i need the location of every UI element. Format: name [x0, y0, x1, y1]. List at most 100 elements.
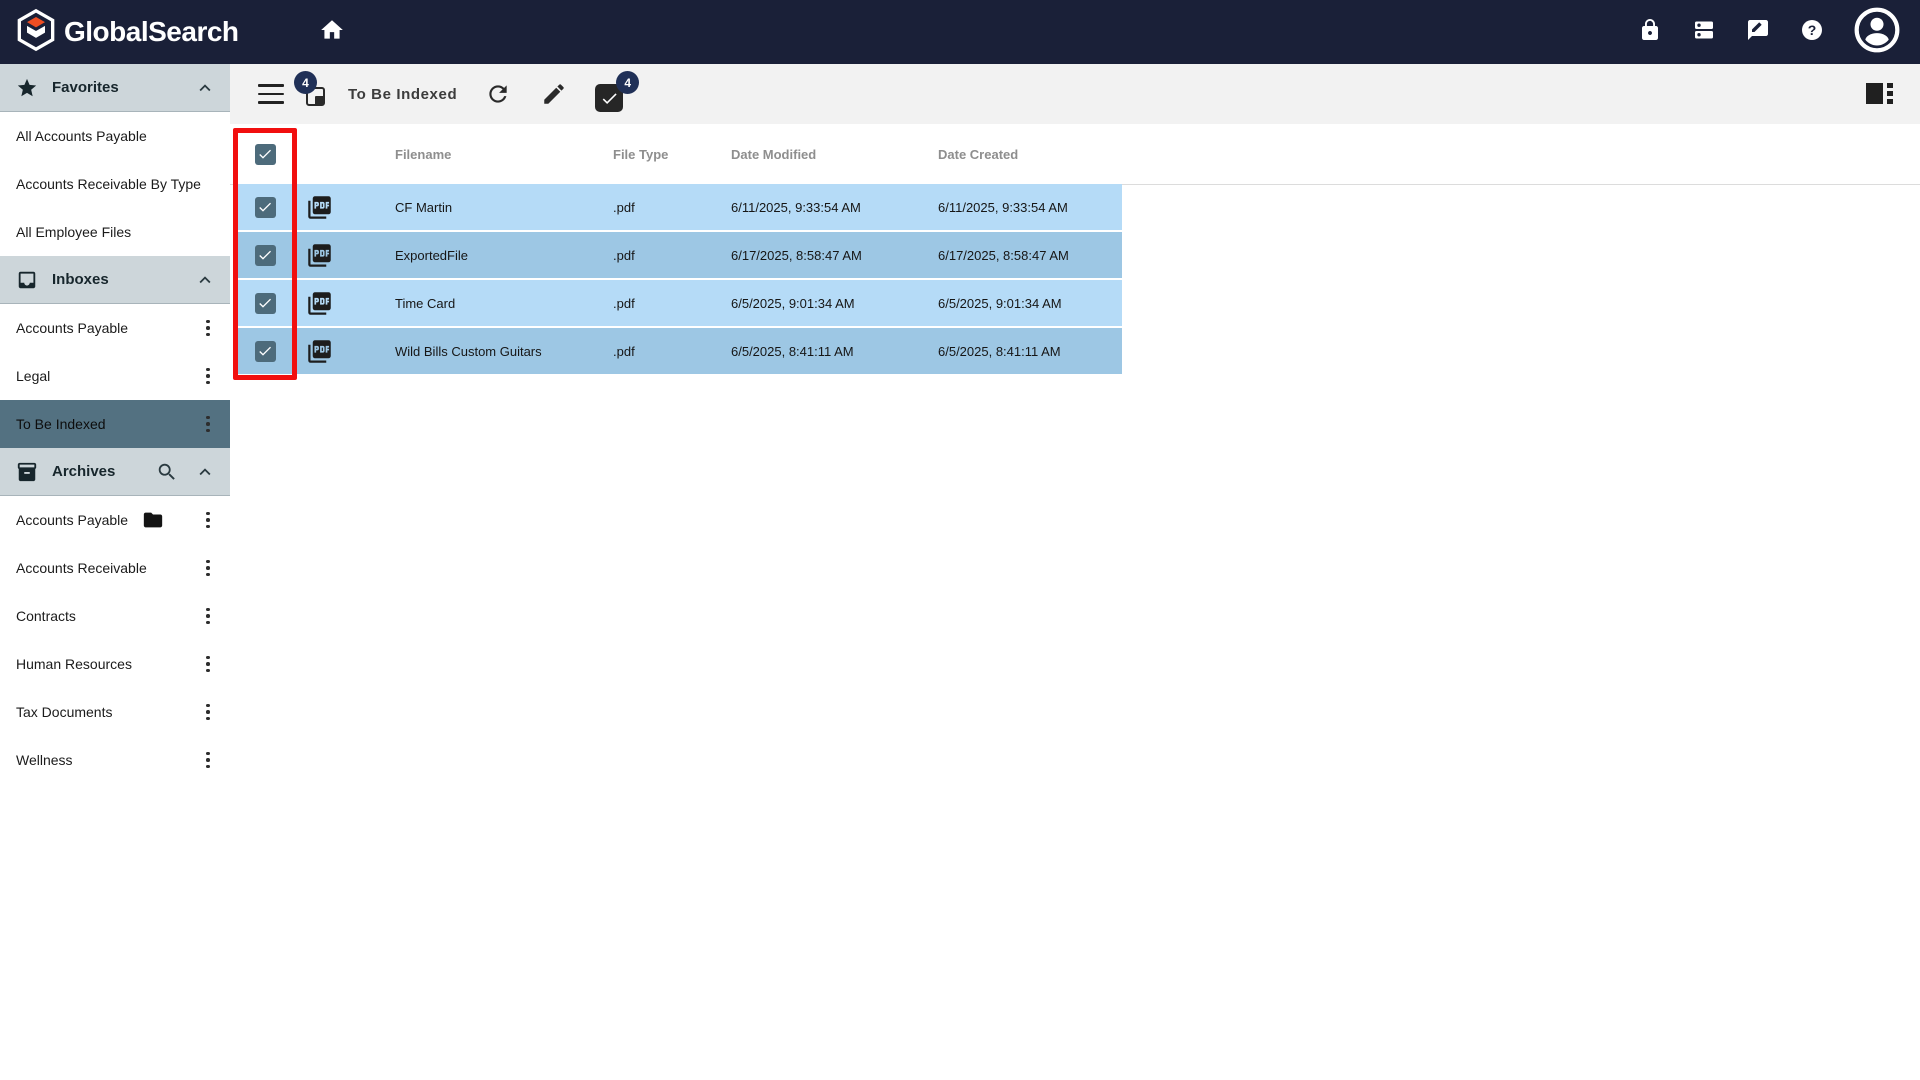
inbox-icon: [16, 269, 38, 291]
queue-count-button[interactable]: 4: [296, 75, 334, 113]
top-navigation-bar: GlobalSearch: [0, 0, 1920, 64]
home-icon: [319, 17, 345, 48]
globalsearch-logo-icon: [16, 8, 56, 57]
sidebar-section-inboxes[interactable]: Inboxes: [0, 256, 230, 304]
account-circle-icon: [1854, 7, 1900, 58]
lock-icon: [1638, 18, 1662, 47]
collapse-archives-icon[interactable]: [194, 461, 216, 483]
row-filename: Time Card: [395, 296, 613, 311]
row-file-type: .pdf: [613, 344, 731, 359]
column-header-date-created[interactable]: Date Created: [938, 147, 1122, 162]
feedback-chat-icon: [1746, 18, 1770, 47]
help-icon: ?: [1800, 18, 1824, 47]
select-all-checkbox[interactable]: [255, 144, 276, 165]
sidebar-item-archive-accounts-payable[interactable]: Accounts Payable: [0, 496, 230, 544]
sidebar-item-inbox-to-be-indexed[interactable]: To Be Indexed: [0, 400, 230, 448]
row-checkbox[interactable]: [255, 293, 276, 314]
sidebar-item-all-employee-files[interactable]: All Employee Files: [0, 208, 230, 256]
svg-text:?: ?: [1808, 22, 1817, 38]
refresh-button[interactable]: [485, 81, 511, 107]
sidebar-section-favorites[interactable]: Favorites: [0, 64, 230, 112]
user-account-button[interactable]: [1854, 9, 1900, 55]
feedback-button[interactable]: [1746, 20, 1770, 44]
row-filename: Wild Bills Custom Guitars: [395, 344, 613, 359]
row-file-type: .pdf: [613, 248, 731, 263]
edit-button[interactable]: [541, 81, 567, 107]
pdf-file-icon: [306, 194, 333, 221]
more-options-icon[interactable]: [198, 413, 218, 435]
menu-button[interactable]: [258, 84, 284, 104]
row-date-created: 6/17/2025, 8:58:47 AM: [938, 248, 1122, 263]
more-options-icon[interactable]: [198, 365, 218, 387]
search-archives-icon[interactable]: [156, 461, 178, 483]
sidebar-item-archive-tax-documents[interactable]: Tax Documents: [0, 688, 230, 736]
pdf-file-icon: [306, 242, 333, 269]
row-date-modified: 6/11/2025, 9:33:54 AM: [731, 200, 938, 215]
column-header-filename[interactable]: Filename: [395, 147, 613, 162]
queue-count-badge: 4: [294, 71, 317, 94]
row-date-created: 6/5/2025, 9:01:34 AM: [938, 296, 1122, 311]
row-checkbox[interactable]: [255, 197, 276, 218]
dns-icon: [1692, 18, 1716, 47]
archive-box-icon: [16, 461, 38, 483]
sidebar-item-all-accounts-payable[interactable]: All Accounts Payable: [0, 112, 230, 160]
panel-toggle-icon: [1866, 83, 1883, 104]
row-date-modified: 6/17/2025, 8:58:47 AM: [731, 248, 938, 263]
row-date-modified: 6/5/2025, 8:41:11 AM: [731, 344, 938, 359]
sidebar-item-accounts-receivable-by-type[interactable]: Accounts Receivable By Type: [0, 160, 230, 208]
more-options-icon[interactable]: [198, 653, 218, 675]
home-button[interactable]: [319, 17, 345, 48]
panel-toggle-button[interactable]: [1866, 83, 1894, 105]
sidebar: Favorites All Accounts Payable Accounts …: [0, 64, 230, 1080]
row-checkbox[interactable]: [255, 245, 276, 266]
sidebar-item-archive-accounts-receivable[interactable]: Accounts Receivable: [0, 544, 230, 592]
document-list: Filename File Type Date Modified Date Cr…: [234, 124, 1122, 376]
pdf-file-icon: [306, 338, 333, 365]
row-filename: ExportedFile: [395, 248, 613, 263]
table-row[interactable]: Time Card .pdf 6/5/2025, 9:01:34 AM 6/5/…: [234, 280, 1122, 326]
sidebar-item-inbox-legal[interactable]: Legal: [0, 352, 230, 400]
help-button[interactable]: ?: [1800, 20, 1824, 44]
section-label-archives: Archives: [52, 463, 142, 480]
selected-documents-button[interactable]: 4: [591, 72, 637, 116]
queues-button[interactable]: [1692, 20, 1716, 44]
selected-count-badge: 4: [616, 71, 639, 94]
more-options-icon[interactable]: [198, 317, 218, 339]
content-toolbar: 4 To Be Indexed 4: [230, 64, 1920, 124]
row-checkbox[interactable]: [255, 341, 276, 362]
lock-button[interactable]: [1638, 20, 1662, 44]
table-row[interactable]: Wild Bills Custom Guitars .pdf 6/5/2025,…: [234, 328, 1122, 374]
sidebar-item-archive-wellness[interactable]: Wellness: [0, 736, 230, 784]
column-header-date-modified[interactable]: Date Modified: [731, 147, 938, 162]
pdf-file-icon: [306, 290, 333, 317]
row-date-created: 6/11/2025, 9:33:54 AM: [938, 200, 1122, 215]
collapse-inboxes-icon[interactable]: [194, 269, 216, 291]
star-icon: [16, 77, 38, 99]
topbar-actions: ?: [1638, 9, 1900, 55]
section-label-inboxes: Inboxes: [52, 271, 180, 288]
table-row[interactable]: ExportedFile .pdf 6/17/2025, 8:58:47 AM …: [234, 232, 1122, 278]
page-title: To Be Indexed: [348, 86, 457, 103]
sidebar-item-archive-contracts[interactable]: Contracts: [0, 592, 230, 640]
more-options-icon[interactable]: [198, 557, 218, 579]
column-header-file-type[interactable]: File Type: [613, 147, 731, 162]
more-options-icon[interactable]: [198, 701, 218, 723]
folder-icon: [142, 509, 164, 531]
collapse-favorites-icon[interactable]: [194, 77, 216, 99]
row-filename: CF Martin: [395, 200, 613, 215]
more-options-icon[interactable]: [198, 605, 218, 627]
more-options-icon[interactable]: [198, 749, 218, 771]
row-date-created: 6/5/2025, 8:41:11 AM: [938, 344, 1122, 359]
row-date-modified: 6/5/2025, 9:01:34 AM: [731, 296, 938, 311]
globalsearch-app: GlobalSearch: [0, 0, 1920, 1080]
sidebar-item-archive-human-resources[interactable]: Human Resources: [0, 640, 230, 688]
brand-logo[interactable]: GlobalSearch: [16, 8, 239, 57]
section-label-favorites: Favorites: [52, 79, 180, 96]
table-header-row: Filename File Type Date Modified Date Cr…: [234, 124, 1122, 184]
sidebar-item-inbox-accounts-payable[interactable]: Accounts Payable: [0, 304, 230, 352]
more-options-icon[interactable]: [198, 509, 218, 531]
table-row[interactable]: CF Martin .pdf 6/11/2025, 9:33:54 AM 6/1…: [234, 184, 1122, 230]
brand-name: GlobalSearch: [64, 16, 239, 48]
row-file-type: .pdf: [613, 200, 731, 215]
sidebar-section-archives[interactable]: Archives: [0, 448, 230, 496]
